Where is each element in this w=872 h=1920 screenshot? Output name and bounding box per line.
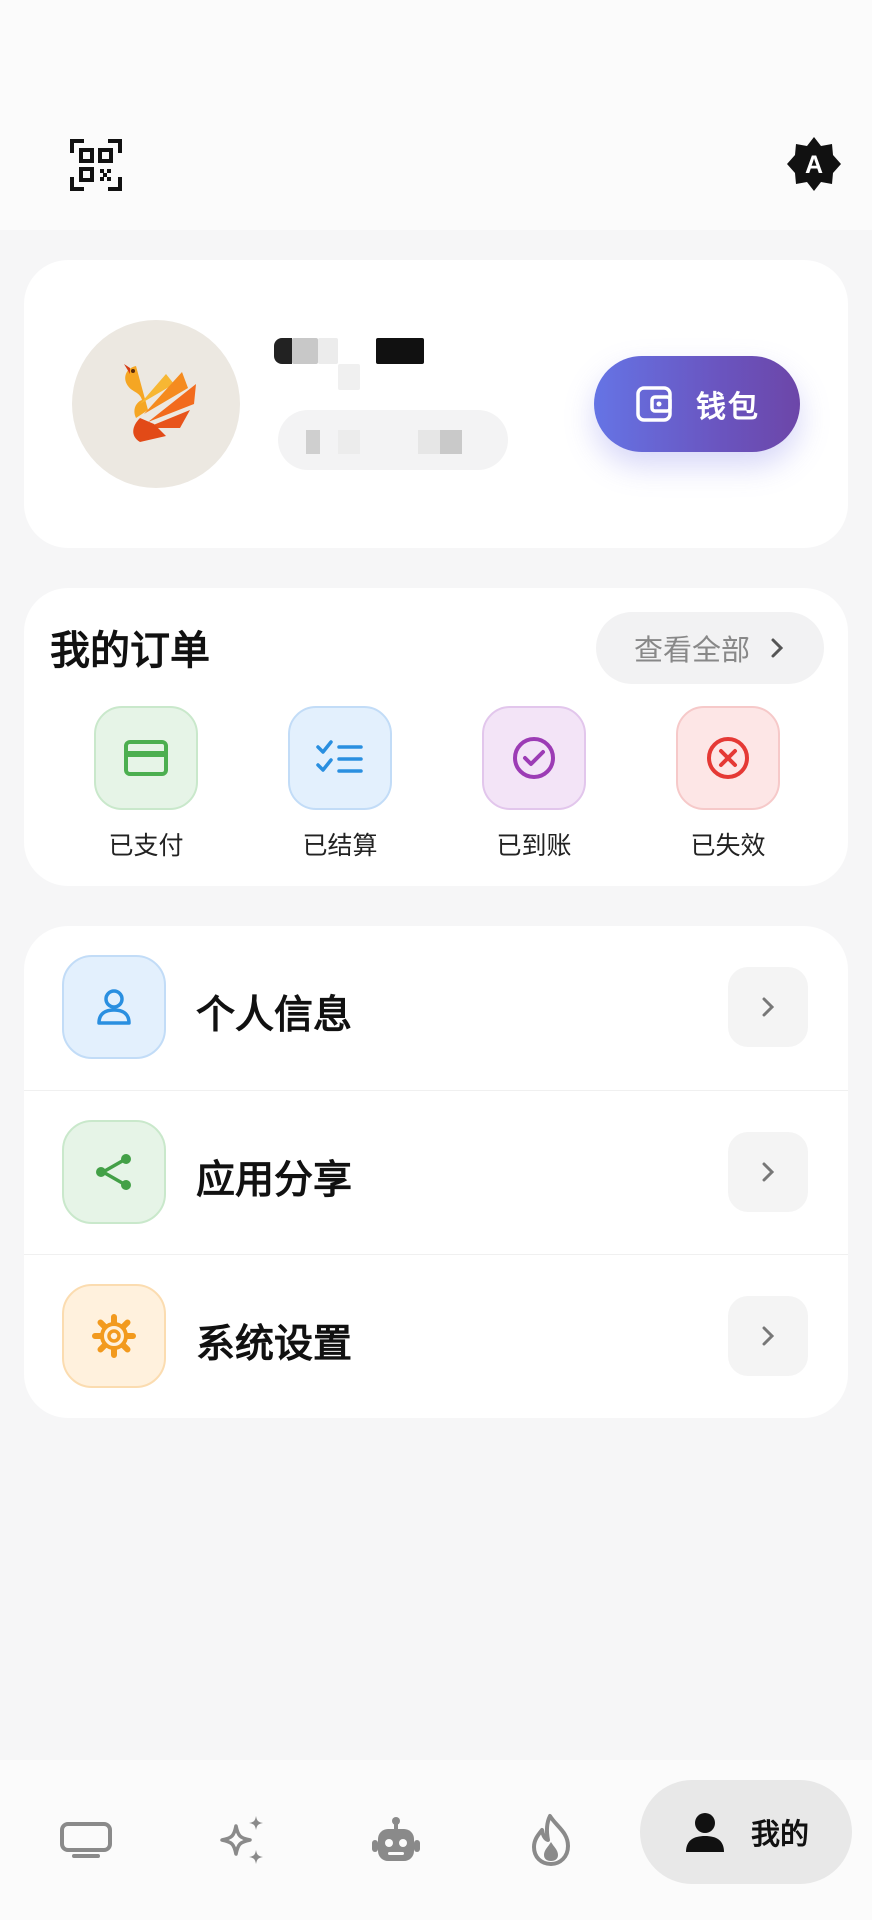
person-icon	[685, 1813, 724, 1852]
nav-tv-icon[interactable]	[46, 1800, 126, 1880]
avatar[interactable]	[72, 320, 240, 488]
share-icon	[96, 1154, 131, 1190]
wallet-icon	[636, 386, 672, 422]
menu-item-app-share[interactable]: 应用分享	[24, 1090, 848, 1254]
qr-scan-icon[interactable]	[68, 137, 124, 193]
menu-tile-app-share	[62, 1120, 166, 1224]
wallet-button[interactable]: 钱包	[594, 356, 800, 452]
order-tile-received	[482, 706, 586, 810]
tv-icon	[60, 1822, 112, 1858]
menu-item-system-settings[interactable]: 系统设置	[24, 1254, 848, 1418]
menu-tile-personal-info	[62, 955, 166, 1059]
menu-label-app-share: 应用分享	[196, 1158, 353, 1203]
order-tile-expired	[676, 706, 780, 810]
wallet-label: 钱包	[696, 390, 760, 425]
sparkles-icon	[220, 1816, 263, 1864]
chevron-right-icon[interactable]	[728, 1132, 808, 1212]
order-status-paid[interactable]: 已支付	[91, 706, 201, 862]
x-circle-icon	[707, 737, 749, 779]
view-all-label: 查看全部	[633, 633, 750, 667]
check-circle-icon	[513, 737, 555, 779]
order-status-expired[interactable]: 已失效	[673, 706, 783, 862]
menu-item-personal-info[interactable]: 个人信息	[24, 926, 848, 1090]
flame-icon	[532, 1814, 570, 1866]
menu-tile-system-settings	[62, 1284, 166, 1388]
checklist-icon	[316, 740, 363, 773]
order-tile-settled	[288, 706, 392, 810]
auto-theme-icon[interactable]: A	[786, 136, 842, 192]
menu-label-personal-info: 个人信息	[196, 993, 353, 1038]
gear-icon	[92, 1314, 136, 1358]
nav-me-label: 我的	[750, 1817, 809, 1851]
user-id-redacted	[278, 410, 508, 470]
menu-label-system-settings: 系统设置	[196, 1322, 353, 1367]
chevron-right-icon[interactable]	[728, 1296, 808, 1376]
order-label-paid: 已支付	[108, 831, 184, 860]
top-bar: A	[0, 0, 872, 230]
robot-icon	[372, 1817, 420, 1861]
phoenix-logo-icon	[124, 364, 196, 442]
card-icon	[124, 740, 168, 776]
chevron-right-icon[interactable]	[728, 967, 808, 1047]
order-label-expired: 已失效	[690, 831, 766, 860]
svg-text:A: A	[805, 151, 823, 179]
nav-flame-icon[interactable]	[511, 1800, 591, 1880]
orders-title: 我的订单	[50, 628, 210, 674]
nav-robot-icon[interactable]	[356, 1800, 436, 1880]
nav-me-tab[interactable]: 我的	[640, 1780, 852, 1884]
chevron-right-icon	[771, 638, 784, 658]
order-status-received[interactable]: 已到账	[479, 706, 589, 862]
bottom-nav: 我的	[0, 1760, 872, 1920]
orders-card: 我的订单 查看全部 已支付 已结算 已到账 已失效	[24, 588, 848, 886]
order-tile-paid	[94, 706, 198, 810]
user-icon	[97, 989, 131, 1025]
view-all-orders-button[interactable]: 查看全部	[596, 612, 824, 684]
menu-card: 个人信息 应用分享 系统设置	[24, 926, 848, 1418]
profile-card: 钱包	[24, 260, 848, 548]
order-label-received: 已到账	[496, 831, 572, 860]
user-name-redacted	[274, 338, 474, 390]
order-status-settled[interactable]: 已结算	[285, 706, 395, 862]
order-label-settled: 已结算	[302, 831, 378, 860]
nav-sparkles-icon[interactable]	[202, 1800, 282, 1880]
